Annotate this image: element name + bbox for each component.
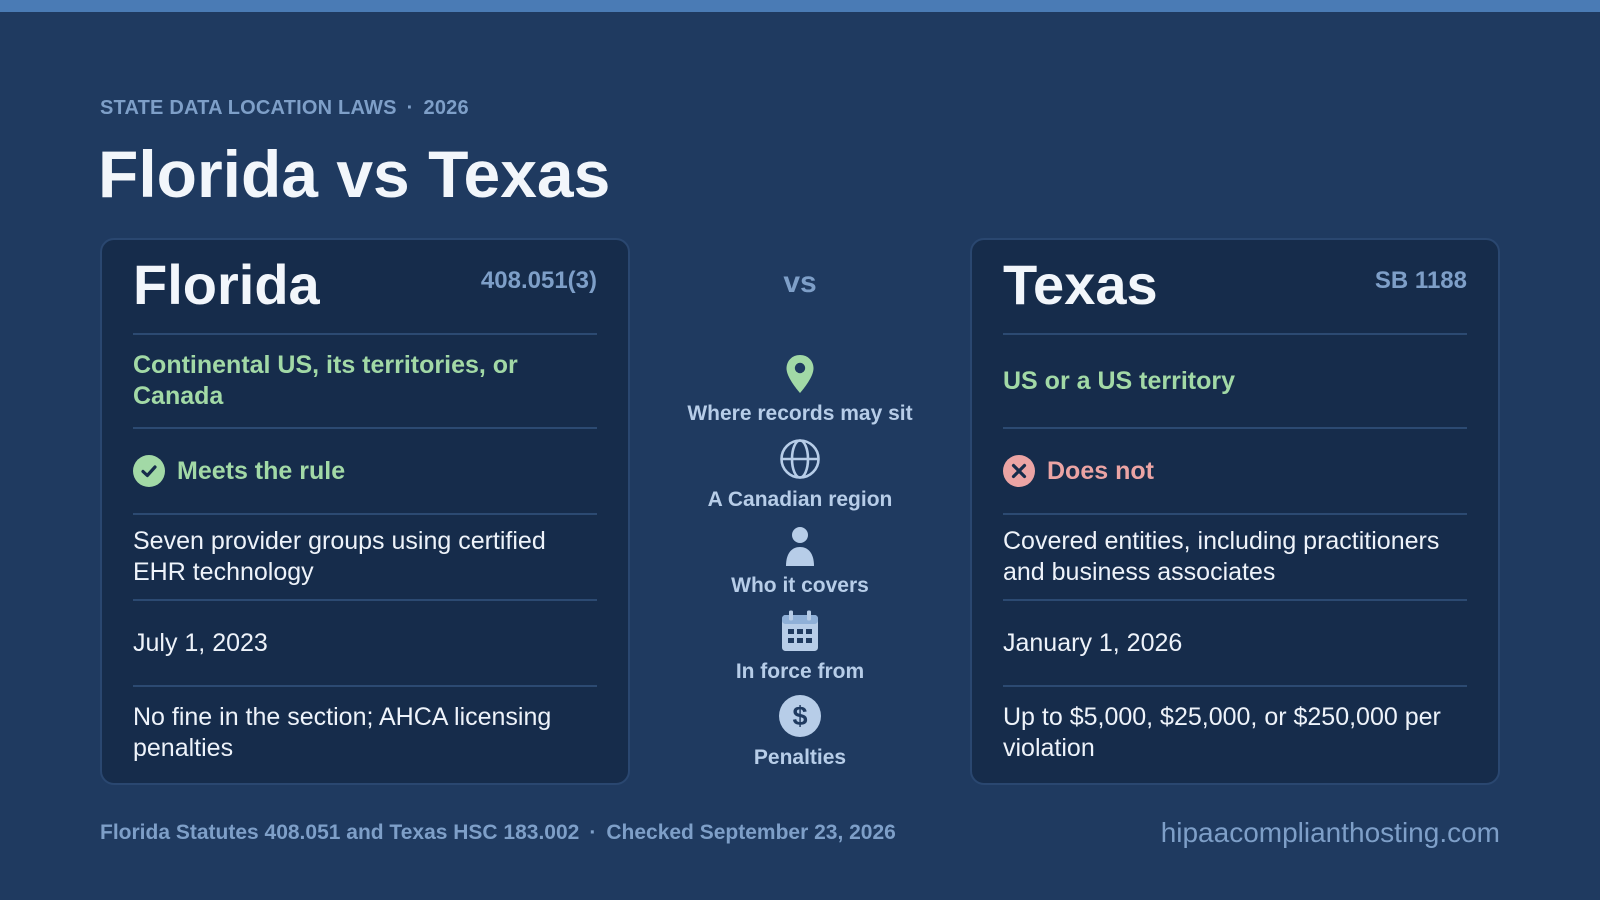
florida-card-header: Florida 408.051(3): [133, 240, 597, 334]
criterion-in-force: In force from: [660, 608, 940, 694]
eyebrow: STATE DATA LOCATION LAWS · 2026: [100, 97, 469, 120]
footer-sources-text: Florida Statutes 408.051 and Texas HSC 1…: [100, 821, 580, 844]
footer-site-link[interactable]: hipaacomplianthosting.com: [1161, 817, 1500, 849]
texas-canadian-status-label: Does not: [1047, 456, 1154, 485]
texas-statute: SB 1188: [1374, 267, 1467, 294]
florida-covers-value: Seven provider groups using certified EH…: [133, 527, 546, 586]
criterion-canadian-label: A Canadian region: [707, 488, 893, 511]
criterion-covers: Who it covers: [660, 522, 940, 608]
criterion-penalties-label: Penalties: [753, 746, 847, 769]
map-pin-icon: [785, 350, 815, 394]
florida-in-force-value: July 1, 2023: [133, 628, 268, 657]
florida-penalties-row: No fine in the section; AHCA licensing p…: [133, 685, 597, 779]
florida-card: Florida 408.051(3) Continental US, its t…: [100, 238, 630, 785]
footer-checked-date: Checked September 23, 2026: [606, 821, 896, 844]
texas-where-row: US or a US territory: [1003, 333, 1467, 427]
footer-separator: ·: [589, 821, 597, 844]
criterion-covers-label: Who it covers: [731, 574, 869, 597]
page-title: Florida vs Texas: [98, 137, 611, 211]
texas-where-value: US or a US territory: [1003, 366, 1236, 395]
florida-covers-row: Seven provider groups using certified EH…: [133, 513, 597, 599]
texas-in-force-value: January 1, 2026: [1003, 628, 1183, 657]
texas-name: Texas: [1003, 253, 1158, 316]
criterion-where-label: Where records may sit: [687, 402, 913, 425]
criterion-canadian: A Canadian region: [660, 436, 940, 522]
florida-where-row: Continental US, its territories, or Cana…: [133, 333, 597, 427]
footer-sources: Florida Statutes 408.051 and Texas HSC 1…: [100, 821, 896, 845]
texas-penalties-row: Up to $5,000, $25,000, or $250,000 per v…: [1003, 685, 1467, 779]
texas-covers-row: Covered entities, including practitioner…: [1003, 513, 1467, 599]
criterion-in-force-label: In force from: [735, 660, 865, 683]
florida-where-value: Continental US, its territories, or Cana…: [133, 351, 518, 410]
top-accent-bar: [0, 0, 1600, 12]
calendar-icon: [781, 608, 819, 652]
texas-card: Texas SB 1188 US or a US territory Does …: [970, 238, 1500, 785]
check-circle-icon: [133, 455, 165, 487]
texas-canadian-row: Does not: [1003, 427, 1467, 513]
texas-penalties-value: Up to $5,000, $25,000, or $250,000 per v…: [1003, 703, 1441, 762]
texas-canadian-status: Does not: [1003, 455, 1154, 487]
x-circle-icon: [1003, 455, 1035, 487]
person-icon: [784, 522, 816, 566]
texas-covers-value: Covered entities, including practitioner…: [1003, 527, 1440, 586]
svg-text:$: $: [792, 701, 807, 731]
texas-card-header: Texas SB 1188: [1003, 240, 1467, 334]
eyebrow-year: 2026: [423, 97, 469, 119]
eyebrow-separator: ·: [406, 97, 414, 119]
eyebrow-topic: STATE DATA LOCATION LAWS: [100, 97, 397, 119]
florida-name: Florida: [133, 253, 320, 316]
florida-penalties-value: No fine in the section; AHCA licensing p…: [133, 703, 552, 762]
vs-label: vs: [783, 266, 817, 299]
criterion-where: Where records may sit: [660, 350, 940, 436]
florida-in-force-row: July 1, 2023: [133, 599, 597, 685]
florida-statute: 408.051(3): [480, 267, 597, 294]
texas-in-force-row: January 1, 2026: [1003, 599, 1467, 685]
globe-icon: [779, 436, 821, 480]
florida-canadian-row: Meets the rule: [133, 427, 597, 513]
florida-canadian-status: Meets the rule: [133, 455, 345, 487]
florida-canadian-status-label: Meets the rule: [177, 456, 346, 485]
criterion-penalties: $ Penalties: [660, 694, 940, 780]
dollar-icon: $: [778, 694, 822, 738]
